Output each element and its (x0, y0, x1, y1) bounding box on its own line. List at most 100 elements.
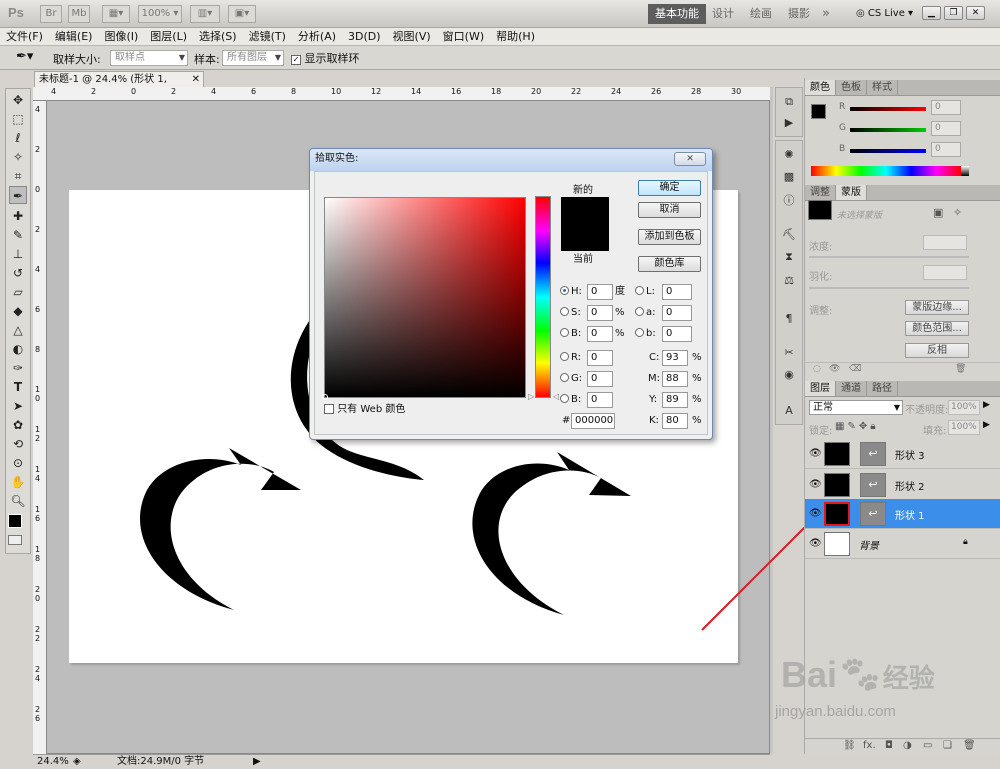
new-layer-icon[interactable]: ❏ (943, 740, 952, 751)
menu-edit[interactable]: 编辑(E) (49, 28, 99, 45)
tab-masks[interactable]: 蒙版 (836, 185, 867, 200)
tab-channels[interactable]: 通道 (836, 381, 867, 396)
document-tab[interactable]: 未标题-1 @ 24.4% (形状 1, RGB/8) * ✕ (34, 71, 204, 100)
layer-thumbnail[interactable] (824, 502, 850, 526)
sample-layers-select[interactable]: 所有图层 ▼ (222, 50, 284, 66)
measurement-icon[interactable]: ⚖ (780, 273, 798, 289)
saturation-input[interactable]: 0 (587, 305, 613, 321)
workspace-more-button[interactable]: » (822, 4, 830, 24)
dialog-title-bar[interactable]: 拾取实色: ✕ (310, 149, 712, 171)
zoom-readout[interactable]: 24.4% (37, 755, 69, 769)
red-input[interactable]: 0 (587, 350, 613, 366)
pen-tool-icon[interactable]: ✑ (9, 359, 27, 377)
color-field[interactable] (322, 197, 526, 400)
tools-strip-icon[interactable]: ✂ (780, 345, 798, 361)
path-selection-tool-icon[interactable]: ➤ (9, 397, 27, 415)
fx-icon[interactable]: fx. (863, 740, 876, 751)
disable-mask-icon[interactable]: ⌫ (849, 364, 862, 374)
eye-icon[interactable]: 👁︎ (809, 479, 822, 490)
layer-row-shape-3[interactable]: 👁︎ ↩ 形状 3 (805, 439, 1000, 469)
menu-3d[interactable]: 3D(D) (342, 28, 387, 45)
lab-a-radio[interactable]: a: (635, 305, 656, 321)
workspace-photography[interactable]: 摄影 (788, 4, 810, 24)
hue-input[interactable]: 0 (587, 284, 613, 300)
eraser-tool-icon[interactable]: ▱ (9, 283, 27, 301)
red-value[interactable]: 0 (931, 100, 961, 115)
add-to-swatches-button[interactable]: 添加到色板 (638, 229, 701, 245)
menu-help[interactable]: 帮助(H) (490, 28, 541, 45)
fill-input[interactable]: 100% (948, 420, 980, 435)
red-slider[interactable] (850, 107, 926, 111)
quick-select-tool-icon[interactable]: ✧ (9, 148, 27, 166)
minimize-button[interactable]: ▁ (922, 6, 941, 20)
history-icon[interactable]: ⧉ (780, 94, 798, 110)
blur-tool-icon[interactable]: △ (9, 321, 27, 339)
dialog-close-button[interactable]: ✕ (674, 152, 706, 166)
view-extras-button[interactable]: ▦▾ (102, 5, 130, 23)
green-radio[interactable]: G: (560, 371, 582, 387)
paint-bucket-tool-icon[interactable]: ◆ (9, 302, 27, 320)
sample-size-select[interactable]: 取样点 ▼ (110, 50, 188, 66)
current-color-swatch[interactable] (561, 224, 609, 251)
eye-icon[interactable]: 👁︎ (809, 538, 822, 549)
density-input[interactable] (923, 235, 967, 250)
black-input[interactable]: 80 (662, 413, 688, 429)
eyedropper-tool-icon[interactable]: ✒ (9, 186, 27, 204)
3d-rotate-tool-icon[interactable]: ⟲ (9, 435, 27, 453)
close-tab-icon[interactable]: ✕ (192, 72, 200, 87)
adjustment-layer-icon[interactable]: ◑ (903, 740, 912, 751)
arrange-documents-button[interactable]: ▥▾ (190, 5, 220, 23)
lab-b-radio[interactable]: b: (635, 326, 656, 342)
brush-tool-icon[interactable]: ✎ (9, 226, 27, 244)
green-input[interactable]: 0 (587, 371, 613, 387)
blue-input[interactable]: 0 (587, 392, 613, 408)
mask-edge-button[interactable]: 蒙版边缘... (905, 300, 969, 315)
apply-mask-icon[interactable]: 👁︎ (829, 364, 840, 374)
history-brush-tool-icon[interactable]: ↺ (9, 264, 27, 282)
animation-icon[interactable]: ⧗ (780, 249, 798, 265)
bridge-button[interactable]: Br (40, 5, 62, 23)
show-ring-checkbox[interactable]: ✓ 显示取样环 (291, 50, 360, 66)
workspace-essentials[interactable]: 基本功能 (648, 4, 706, 24)
eyedropper-preset-icon[interactable]: ✒▾ (16, 49, 33, 64)
brightness-input[interactable]: 0 (587, 326, 613, 342)
brush-presets-icon[interactable]: ✺ (780, 147, 798, 163)
layer-row-shape-2[interactable]: 👁︎ ↩ 形状 2 (805, 470, 1000, 500)
delete-mask-icon[interactable]: 🗑︎ (955, 364, 966, 374)
tab-swatches[interactable]: 色板 (836, 80, 867, 95)
magenta-input[interactable]: 88 (662, 371, 688, 387)
yellow-input[interactable]: 89 (662, 392, 688, 408)
color-range-button[interactable]: 颜色范围... (905, 321, 969, 336)
layer-row-background[interactable]: 👁︎ 背景 🔒︎ (805, 529, 1000, 559)
lab-a-input[interactable]: 0 (662, 305, 692, 321)
tab-color[interactable]: 颜色 (805, 80, 836, 95)
tab-styles[interactable]: 样式 (867, 80, 898, 95)
hue-radio[interactable]: H: (560, 284, 582, 300)
feather-slider[interactable] (809, 287, 969, 289)
brightness-radio[interactable]: B: (560, 326, 581, 342)
group-icon[interactable]: ▭ (923, 740, 932, 751)
clone-source-icon[interactable]: ▩ (780, 169, 798, 185)
menu-analysis[interactable]: 分析(A) (292, 28, 342, 45)
lab-l-input[interactable]: 0 (662, 284, 692, 300)
actions-icon[interactable]: ▶ (780, 115, 798, 131)
tool-presets-icon[interactable]: ⛏ (780, 227, 798, 243)
screen-mode-button[interactable]: ▣▾ (228, 5, 256, 23)
opacity-arrow-icon[interactable]: ▶ (983, 400, 990, 410)
clone-stamp-tool-icon[interactable]: ⊥ (9, 245, 27, 263)
shape-tool-icon[interactable]: ✿ (9, 416, 27, 434)
status-info-icon[interactable]: ◈ (73, 755, 81, 769)
workspace-design[interactable]: 设计 (712, 4, 734, 24)
type-tool-icon[interactable]: T (9, 378, 27, 396)
zoom-level-combo[interactable]: 100% ▾ (138, 5, 182, 23)
web-colors-checkbox[interactable]: 只有 Web 颜色 (324, 402, 405, 418)
3d-icon[interactable]: ◉ (780, 367, 798, 383)
vertical-scrollbar[interactable] (770, 87, 773, 754)
minibridge-button[interactable]: Mb (68, 5, 90, 23)
invert-button[interactable]: 反相 (905, 343, 969, 358)
marquee-tool-icon[interactable]: ⬚ (9, 110, 27, 128)
zoom-tool-icon[interactable]: 🔍︎ (9, 492, 27, 510)
eye-icon[interactable]: 👁︎ (809, 508, 822, 519)
eye-icon[interactable]: 👁︎ (809, 448, 822, 459)
workspace-painting[interactable]: 绘画 (750, 4, 772, 24)
